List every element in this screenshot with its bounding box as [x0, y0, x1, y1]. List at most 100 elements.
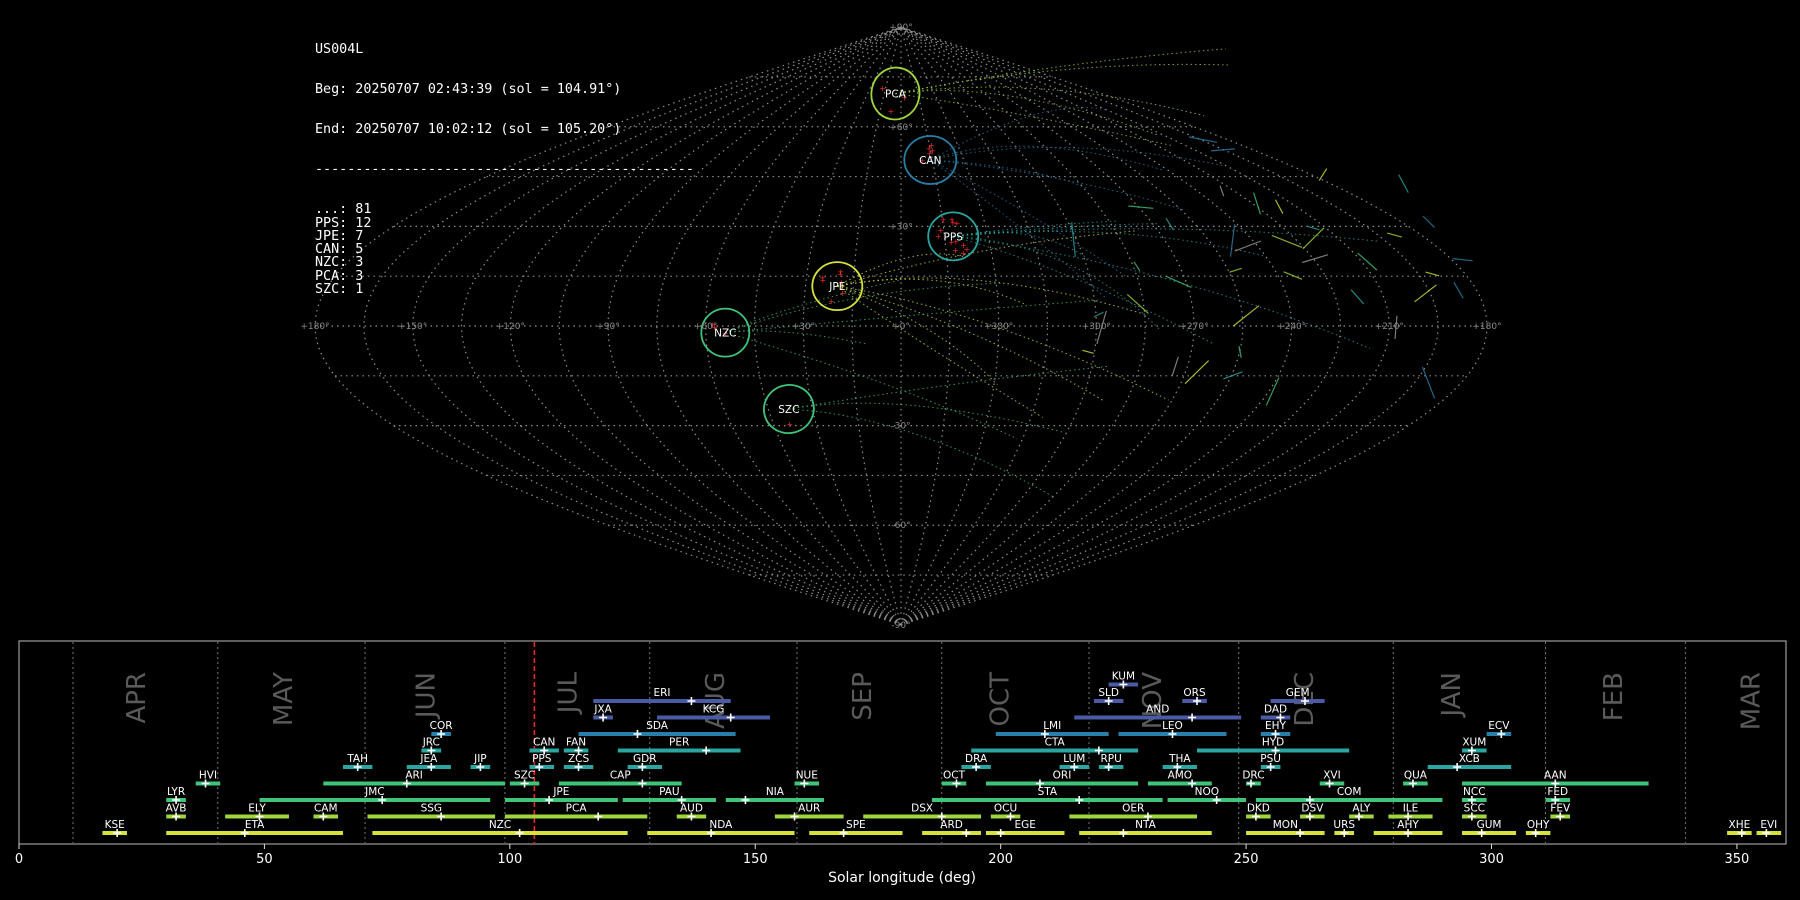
- shower-label: OHY: [1527, 819, 1550, 831]
- begin-time: Beg: 20250707 02:43:39 (sol = 104.91°): [315, 81, 622, 97]
- meteor-trail: [953, 235, 1161, 331]
- meteor-trail: [837, 285, 1169, 401]
- shower-label: KCG: [703, 704, 725, 716]
- shower-bar: [504, 814, 648, 819]
- shower-kum: KUM: [1108, 671, 1139, 689]
- shower-label: SZC: [514, 770, 535, 782]
- shower-jmc: JMC: [259, 786, 491, 804]
- shower-dsv: DSV: [1300, 803, 1325, 821]
- shower-label: DAD: [1264, 704, 1287, 716]
- radiant-hit: +: [819, 274, 826, 283]
- shower-eta: ETA: [166, 819, 343, 837]
- shower-xcb: XCB: [1427, 753, 1512, 771]
- x-tick-label: 0: [15, 852, 23, 867]
- shower-label: OCT: [943, 770, 966, 782]
- shower-rpu: RPU: [1098, 753, 1124, 771]
- sporadic-trail: [1398, 174, 1409, 193]
- shower-ely: ELY: [225, 803, 289, 821]
- shower-jrc: JRC: [421, 737, 442, 755]
- shower-label: HYD: [1262, 737, 1284, 749]
- shower-label: OCU: [994, 803, 1017, 815]
- shower-jip: JIP: [470, 753, 491, 771]
- shower-label: XCB: [1459, 753, 1480, 765]
- sporadic-trail: [1421, 366, 1436, 399]
- shower-peak-marker: [741, 796, 750, 804]
- shower-ori: ORI: [985, 770, 1139, 788]
- shower-sld: SLD: [1093, 687, 1124, 705]
- shower-label: RPU: [1100, 753, 1121, 765]
- shower-label: MON: [1273, 819, 1298, 831]
- shower-bar: [931, 798, 1163, 802]
- shower-label: ELY: [248, 803, 266, 815]
- shower-cor: COR: [430, 720, 453, 738]
- shower-label: GEM: [1286, 687, 1310, 699]
- shower-nia: NIA: [725, 786, 824, 804]
- shower-label: CAN: [533, 737, 555, 749]
- radiant-pps: ++++++++++++PPS: [927, 211, 980, 262]
- shower-urs: URS: [1333, 819, 1355, 837]
- shower-bar: [323, 781, 505, 786]
- ra-tick-label: +300°: [1082, 322, 1111, 332]
- shower-bar: [990, 814, 1021, 819]
- sporadic-trail: [1453, 281, 1464, 299]
- shower-ari: ARI: [323, 770, 505, 788]
- meteor-trail: [895, 48, 1226, 95]
- month-label: APR: [122, 672, 152, 724]
- shower-jpe: JPE: [504, 786, 618, 804]
- meteor-trail: [837, 285, 1043, 418]
- shower-label: AAN: [1544, 770, 1567, 782]
- shower-oct: OCT: [941, 770, 967, 788]
- radiant-label: CAN: [919, 155, 941, 167]
- x-axis: 0 50 100 150 200 250 300 350: [15, 844, 1749, 867]
- shower-count-5: PCA: 3: [315, 268, 364, 284]
- ra-tick-label: +330°: [984, 322, 1013, 332]
- month-label: MAY: [269, 672, 299, 726]
- shower-label: NTA: [1135, 819, 1156, 831]
- ra-tick-label: +90°: [596, 322, 620, 332]
- shower-label: AUR: [798, 803, 820, 815]
- shower-bar: [774, 814, 844, 819]
- radiant-hit: +: [960, 249, 967, 258]
- month-label: FEB: [1599, 672, 1629, 721]
- end-time: End: 20250707 10:02:12 (sol = 105.20°): [315, 122, 622, 138]
- shower-dad: DAD: [1260, 704, 1291, 722]
- meteor-trail: [895, 93, 1173, 147]
- shower-label: ALY: [1352, 803, 1371, 815]
- shower-label: NOO: [1195, 786, 1219, 798]
- shower-cap: CAP: [558, 770, 682, 788]
- shower-bar: [985, 781, 1139, 786]
- shower-peak-marker: [996, 829, 1005, 837]
- shower-aud: AUD: [676, 803, 707, 821]
- shower-bar: [367, 814, 496, 819]
- shower-label: EHY: [1265, 720, 1287, 732]
- radiant-markers: +++PCA+++++CAN++++++++++++PPS+++++++JPE+…: [700, 66, 980, 434]
- radiant-nzc: +++NZC: [700, 307, 751, 358]
- shower-label: JXA: [593, 704, 612, 716]
- shower-peak-marker: [1188, 713, 1197, 722]
- shower-label: STA: [1038, 786, 1058, 798]
- shower-label: QUA: [1404, 770, 1428, 782]
- month-label: JUN: [411, 672, 441, 720]
- ra-tick-label: +60°: [694, 322, 718, 332]
- shower-qua: QUA: [1403, 770, 1428, 788]
- shower-bar: [971, 748, 1139, 753]
- sporadic-trail: [1318, 168, 1328, 181]
- shower-label: DRC: [1242, 770, 1264, 782]
- shower-label: LEO: [1162, 720, 1183, 732]
- shower-bar: [1462, 831, 1517, 835]
- month-label: JAN: [1437, 672, 1467, 718]
- shower-bar: [647, 831, 795, 835]
- shower-bar: [1270, 699, 1325, 703]
- shower-dkd: DKD: [1246, 803, 1271, 821]
- meteor-trail: [930, 146, 1226, 167]
- shower-label: JIP: [473, 753, 487, 765]
- x-tick-label: 150: [743, 852, 768, 867]
- dec-tick-label: -30°: [891, 422, 910, 432]
- radiant-jpe: +++++++JPE: [811, 261, 864, 312]
- shower-ncc: NCC: [1462, 786, 1487, 804]
- shower-noo: NOO: [1167, 786, 1247, 804]
- shower-fev: FEV: [1550, 803, 1571, 821]
- shower-bar: [1069, 814, 1197, 819]
- shower-ssg: SSG: [367, 803, 496, 821]
- ra-tick-label: +210°: [1375, 322, 1404, 332]
